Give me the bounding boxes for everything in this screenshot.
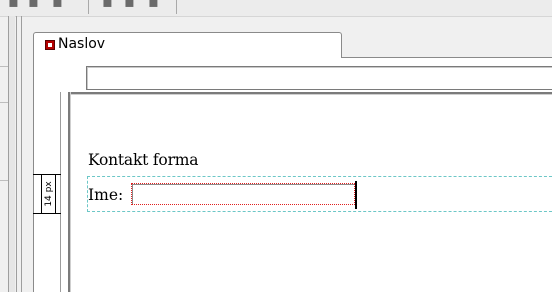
gutter-divider xyxy=(21,16,22,292)
toolbar-separator xyxy=(88,0,89,14)
frame-edge xyxy=(60,92,61,292)
tab-strip-line xyxy=(342,57,552,58)
gutter-divider xyxy=(8,16,9,292)
page-heading[interactable]: Kontakt forma xyxy=(88,151,199,169)
tab-naslov[interactable]: Naslov xyxy=(33,32,342,58)
address-bar[interactable] xyxy=(86,66,552,90)
ruler-tick xyxy=(0,180,8,181)
ime-label[interactable]: Ime: xyxy=(88,186,123,204)
ime-input[interactable] xyxy=(131,183,355,205)
spacing-badge: 14 px xyxy=(41,174,56,214)
ruler-tick xyxy=(0,102,8,103)
toolbar-icon[interactable]: ▪ xyxy=(148,0,159,10)
toolbar-icon[interactable]: ▪ xyxy=(124,0,135,10)
gutter-divider xyxy=(16,16,17,292)
editor-window: ▪ ▪ ▪ ▪ ▪ ▪ Naslov Kontakt forma Ime: 14… xyxy=(0,0,552,292)
toolbar-icon[interactable]: ▪ xyxy=(102,0,113,10)
page-icon xyxy=(45,40,55,50)
toolbar-strip: ▪ ▪ ▪ ▪ ▪ ▪ xyxy=(0,0,552,17)
toolbar-separator xyxy=(176,0,177,14)
toolbar-icon[interactable]: ▪ xyxy=(8,0,19,10)
tab-label: Naslov xyxy=(58,36,106,52)
design-canvas[interactable]: Kontakt forma Ime: xyxy=(71,95,552,292)
toolbar-icon[interactable]: ▪ xyxy=(52,0,63,10)
text-caret xyxy=(355,181,357,209)
toolbar-icon[interactable]: ▪ xyxy=(28,0,39,10)
ruler-tick xyxy=(0,66,8,67)
left-gutter xyxy=(9,16,15,292)
spacing-badge-text: 14 px xyxy=(43,181,54,207)
